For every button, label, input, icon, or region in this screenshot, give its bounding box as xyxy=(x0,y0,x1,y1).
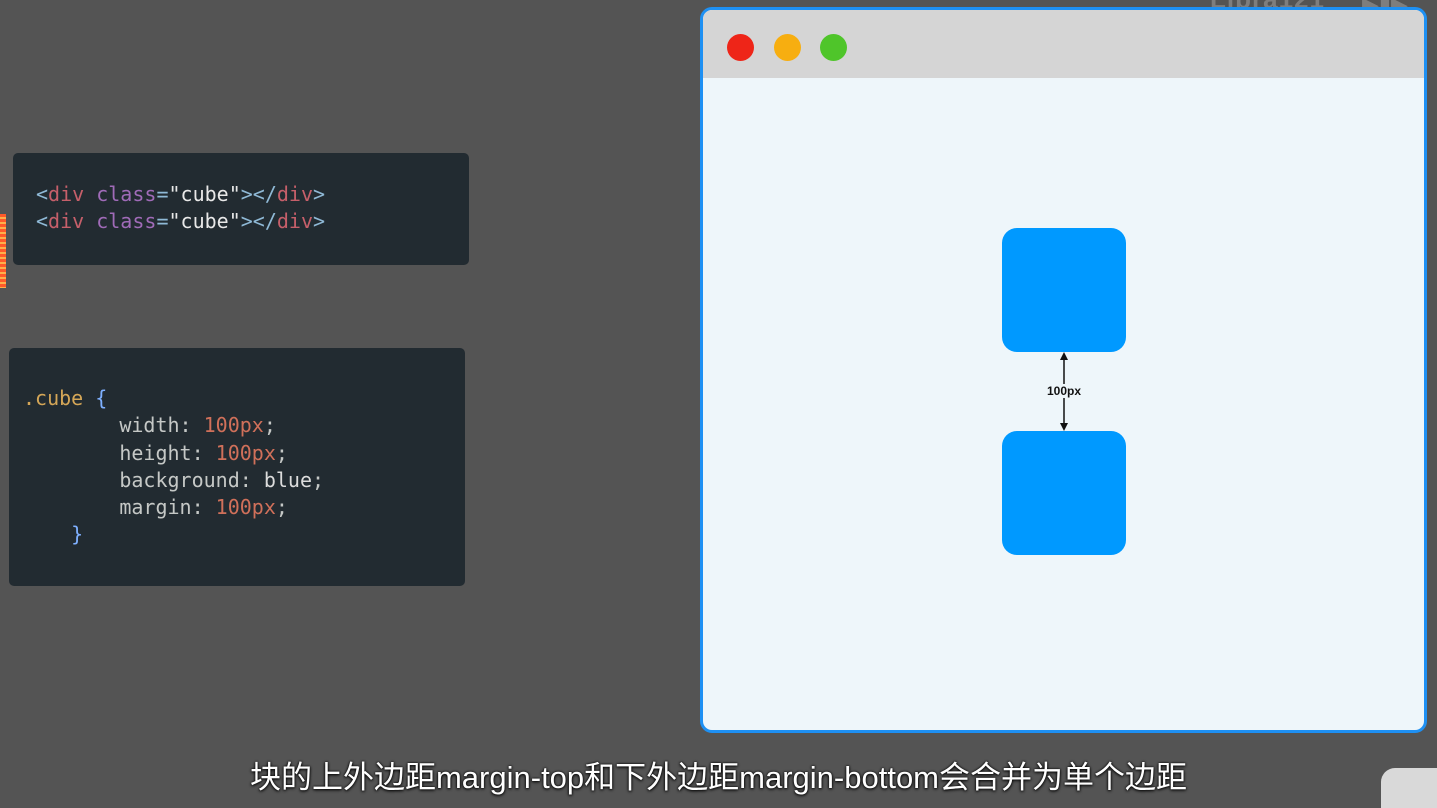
html-token-attr-equals: = xyxy=(156,182,169,206)
css-selector: .cube xyxy=(23,386,84,410)
html-token-tag-name: div xyxy=(276,182,313,206)
css-close-brace: } xyxy=(71,522,84,547)
maximize-icon[interactable] xyxy=(820,34,847,61)
html-token-tag-bracket: > xyxy=(312,209,326,234)
css-property: background xyxy=(119,467,240,492)
html-token-space xyxy=(84,209,96,233)
html-token-attr-name: class xyxy=(96,182,157,206)
css-value: 100px xyxy=(203,413,264,438)
css-semicolon: ; xyxy=(275,440,288,465)
css-code-block: .cube { width: 100px; height: 100px; bac… xyxy=(23,385,324,549)
css-colon: : xyxy=(191,495,216,520)
css-property: margin xyxy=(119,495,192,520)
html-code-block: <div class="cube"></div> <div class="cub… xyxy=(36,181,325,236)
css-colon: : xyxy=(239,467,264,492)
corner-mascot-icon xyxy=(1381,768,1437,808)
html-token-tag-name: div xyxy=(48,182,85,206)
css-property: width xyxy=(119,413,180,438)
browser-window: 100px xyxy=(700,7,1427,733)
css-semicolon: ; xyxy=(312,467,325,492)
html-token-tag-name: div xyxy=(48,209,85,234)
css-colon: : xyxy=(179,413,204,438)
css-semicolon: ; xyxy=(275,495,288,520)
css-value: 100px xyxy=(215,440,276,465)
html-token-attr-value: "cube" xyxy=(168,182,241,206)
css-value: 100px xyxy=(215,495,276,520)
css-colon: : xyxy=(191,440,216,465)
html-token-tag-bracket: > xyxy=(312,182,326,206)
html-token-tag-name: div xyxy=(276,209,313,234)
css-open-brace: { xyxy=(83,386,108,410)
left-edge-marker xyxy=(0,214,6,288)
html-token-tag-bracket: < xyxy=(36,209,49,234)
html-token-tag-bracket: ></ xyxy=(240,182,277,206)
html-token-space xyxy=(84,182,96,206)
html-token-attr-equals: = xyxy=(156,209,169,234)
cube-top xyxy=(1002,228,1126,352)
close-icon[interactable] xyxy=(727,34,754,61)
minimize-icon[interactable] xyxy=(774,34,801,61)
css-code-panel: .cube { width: 100px; height: 100px; bac… xyxy=(9,348,465,586)
css-value: blue xyxy=(263,467,313,492)
css-property: height xyxy=(119,440,192,465)
html-code-panel: <div class="cube"></div> <div class="cub… xyxy=(13,153,469,265)
html-token-tag-bracket: < xyxy=(36,182,49,206)
browser-titlebar xyxy=(703,10,1424,78)
css-semicolon: ; xyxy=(263,413,276,438)
html-token-attr-value: "cube" xyxy=(168,209,241,234)
video-subtitle: 块的上外边距margin-top和下外边距margin-bottom会合并为单个… xyxy=(249,760,1188,795)
margin-gap-label: 100px xyxy=(1033,384,1095,398)
html-token-attr-name: class xyxy=(96,209,157,234)
html-token-tag-bracket: ></ xyxy=(240,209,277,234)
cube-bottom xyxy=(1002,431,1126,555)
